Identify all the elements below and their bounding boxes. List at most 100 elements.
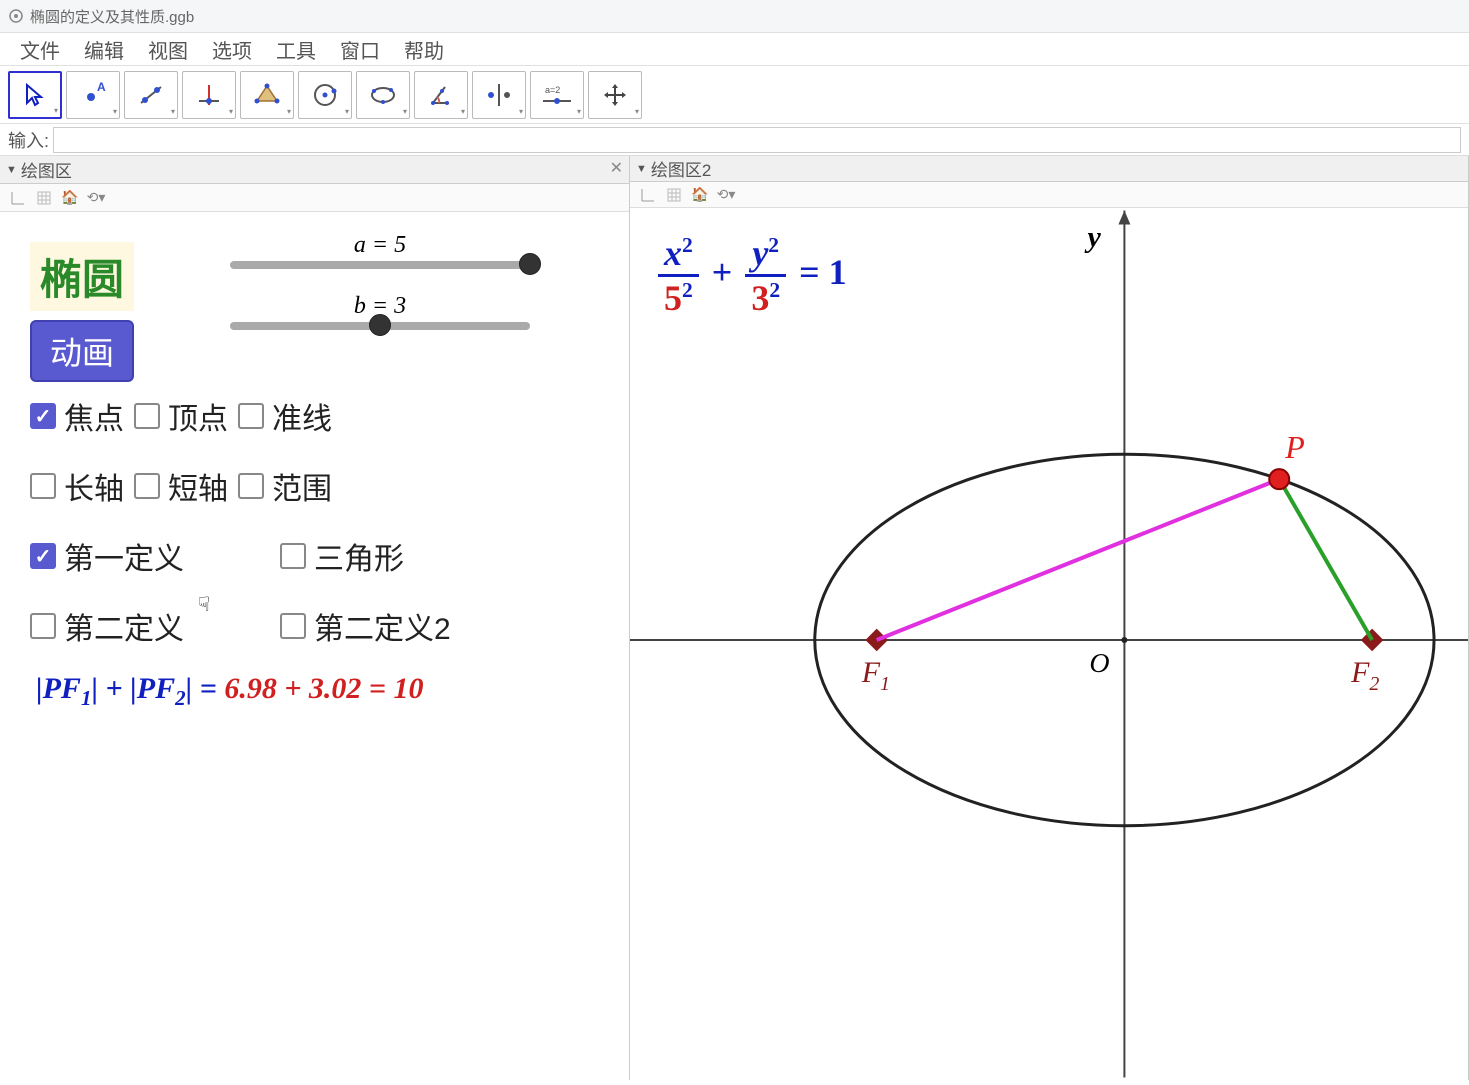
- slider-group: a = 5 b = 3: [230, 232, 530, 354]
- app-icon: [8, 8, 24, 24]
- collapse-icon[interactable]: ▼: [636, 163, 647, 175]
- axes-icon[interactable]: [638, 185, 658, 205]
- check-icon: [30, 613, 56, 639]
- ellipse-title: 椭圆: [30, 242, 134, 311]
- tool-point[interactable]: A▾: [66, 71, 120, 119]
- ellipse-plot[interactable]: y O F1 F2 P: [630, 208, 1468, 1080]
- checkbox-foci[interactable]: 焦点: [30, 394, 124, 438]
- check-icon: [30, 403, 56, 429]
- panel-graphics-body[interactable]: 椭圆 动画 a = 5 b = 3 焦点 顶点 准线: [0, 212, 629, 1080]
- den-a: 5: [664, 278, 682, 318]
- point-p[interactable]: [1269, 469, 1289, 489]
- origin: [1121, 637, 1127, 643]
- input-bar: 输入:: [0, 124, 1469, 156]
- label-y: y: [1084, 220, 1101, 253]
- tool-slider[interactable]: a=2▾: [530, 71, 584, 119]
- settings-dd-icon[interactable]: ⟲▾: [86, 188, 106, 208]
- input-label: 输入:: [8, 127, 49, 153]
- input-field[interactable]: [53, 127, 1461, 153]
- eq-eq: =: [361, 672, 393, 705]
- var-x: x: [664, 233, 682, 273]
- checkbox-minor-axis[interactable]: 短轴: [134, 464, 228, 508]
- den-b: 3: [751, 278, 769, 318]
- menu-edit[interactable]: 编辑: [72, 35, 136, 64]
- var-y: y: [752, 233, 768, 273]
- check-icon: [280, 543, 306, 569]
- eq-d1: 6.98: [224, 672, 277, 705]
- menu-view[interactable]: 视图: [136, 35, 200, 64]
- animate-button[interactable]: 动画: [30, 320, 134, 382]
- settings-dd-icon[interactable]: ⟲▾: [716, 185, 736, 205]
- window-title: 椭圆的定义及其性质.ggb: [30, 6, 194, 27]
- checkbox-directrix[interactable]: 准线: [238, 394, 332, 438]
- check-icon: [30, 473, 56, 499]
- checkbox-def1[interactable]: 第一定义: [30, 534, 230, 578]
- check-icon: [238, 403, 264, 429]
- tool-line[interactable]: ▾: [124, 71, 178, 119]
- check-icon: [238, 473, 264, 499]
- label-origin: O: [1089, 648, 1109, 679]
- menu-options[interactable]: 选项: [200, 35, 264, 64]
- workspace: ▼ 绘图区 ✕ 🏠 ⟲▾ 椭圆 动画 a = 5 b = 3: [0, 156, 1469, 1080]
- tool-move[interactable]: ▾: [8, 71, 62, 119]
- rhs: = 1: [799, 252, 847, 292]
- menu-tools[interactable]: 工具: [264, 35, 328, 64]
- eq-sub: 2: [175, 686, 186, 710]
- checkbox-def2b[interactable]: 第二定义2: [280, 604, 451, 648]
- checkbox-range[interactable]: 范围: [238, 464, 332, 508]
- checkbox-major-axis[interactable]: 长轴: [30, 464, 124, 508]
- panel-graphics2-title: 绘图区2: [651, 156, 711, 181]
- collapse-icon[interactable]: ▼: [6, 164, 17, 176]
- checkbox-def2[interactable]: 第二定义: [30, 604, 230, 648]
- label-f1: F1: [861, 656, 890, 695]
- close-icon[interactable]: ✕: [610, 158, 623, 178]
- slider-a-track[interactable]: [230, 261, 530, 269]
- eq-text: |PF: [36, 672, 81, 705]
- tool-reflect[interactable]: ▾: [472, 71, 526, 119]
- panel-graphics2-body[interactable]: x252 + y232 = 1: [630, 208, 1468, 1080]
- tool-circle[interactable]: ▾: [298, 71, 352, 119]
- checkboxes: 焦点 顶点 准线 长轴 短轴 范围 第一定义 三角形 第二定义 第二定义2: [30, 394, 550, 674]
- svg-text:A: A: [97, 81, 106, 94]
- segment-pf1: [877, 479, 1280, 640]
- label-f2: F2: [1350, 656, 1379, 695]
- grid-icon[interactable]: [664, 185, 684, 205]
- axes-icon[interactable]: [8, 188, 28, 208]
- checkbox-label: 顶点: [168, 394, 228, 438]
- slider-a-label: a = 5: [230, 232, 530, 259]
- eq-plus: +: [277, 672, 309, 705]
- slider-b[interactable]: b = 3: [230, 293, 530, 330]
- tool-angle[interactable]: ▾: [414, 71, 468, 119]
- exp: 2: [769, 278, 780, 302]
- menu-help[interactable]: 帮助: [392, 35, 456, 64]
- slider-a[interactable]: a = 5: [230, 232, 530, 269]
- home-icon[interactable]: 🏠: [690, 185, 710, 205]
- segment-pf2: [1279, 479, 1372, 640]
- checkbox-label: 焦点: [64, 394, 124, 438]
- distance-equation: |PF1| + |PF2| = 6.98 + 3.02 = 10: [36, 672, 424, 711]
- tool-perpendicular[interactable]: ▾: [182, 71, 236, 119]
- checkbox-label: 短轴: [168, 464, 228, 508]
- checkbox-vertices[interactable]: 顶点: [134, 394, 228, 438]
- y-arrow-icon: [1118, 211, 1130, 225]
- slider-b-thumb[interactable]: [369, 314, 391, 336]
- menu-file[interactable]: 文件: [8, 35, 72, 64]
- checkbox-triangle[interactable]: 三角形: [280, 534, 404, 578]
- exp: 2: [682, 278, 693, 302]
- tool-polygon[interactable]: ▾: [240, 71, 294, 119]
- focus-f2[interactable]: [1361, 629, 1384, 652]
- slider-a-thumb[interactable]: [519, 253, 541, 275]
- menu-window[interactable]: 窗口: [328, 35, 392, 64]
- slider-b-track[interactable]: [230, 322, 530, 330]
- checkbox-label: 准线: [272, 394, 332, 438]
- tool-conic[interactable]: ▾: [356, 71, 410, 119]
- grid-icon[interactable]: [34, 188, 54, 208]
- panel-graphics2-subtools: 🏠 ⟲▾: [630, 182, 1468, 208]
- check-icon: [134, 473, 160, 499]
- panel-graphics-subtools: 🏠 ⟲▾: [0, 184, 629, 212]
- panel-graphics-header: ▼ 绘图区 ✕: [0, 156, 629, 184]
- check-icon: [134, 403, 160, 429]
- tool-move-view[interactable]: ▾: [588, 71, 642, 119]
- title-bar: 椭圆的定义及其性质.ggb: [0, 0, 1469, 33]
- home-icon[interactable]: 🏠: [60, 188, 80, 208]
